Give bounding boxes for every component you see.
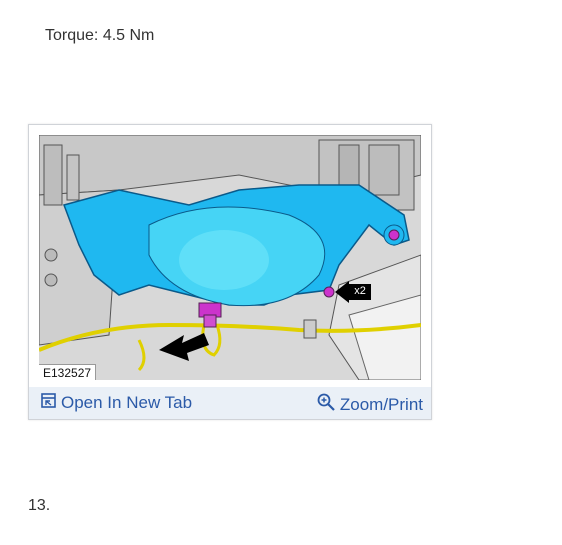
zoom-print-label: Zoom/Print bbox=[339, 394, 423, 414]
page: Torque: 4.5 Nm x2 E132527 Open In New Ta… bbox=[0, 0, 562, 545]
figure-image[interactable]: x2 E132527 bbox=[39, 135, 421, 380]
zoom-print-link[interactable]: Zoom/Print bbox=[317, 393, 423, 416]
figure-code: E132527 bbox=[39, 364, 97, 380]
open-new-tab-icon bbox=[41, 393, 56, 413]
figure-footer: Open In New Tab Zoom/Print bbox=[29, 387, 431, 419]
step-number: 13. bbox=[28, 497, 51, 514]
component-illustration bbox=[39, 135, 421, 380]
figure-card: x2 E132527 Open In New Tab Zoom/Print bbox=[28, 124, 432, 420]
magnifier-plus-icon bbox=[317, 393, 335, 416]
figure-callout: x2 bbox=[354, 285, 366, 297]
open-in-new-tab-label: Open In New Tab bbox=[61, 393, 193, 412]
torque-spec: Torque: 4.5 Nm bbox=[45, 27, 155, 44]
open-in-new-tab-link[interactable]: Open In New Tab bbox=[41, 393, 192, 413]
